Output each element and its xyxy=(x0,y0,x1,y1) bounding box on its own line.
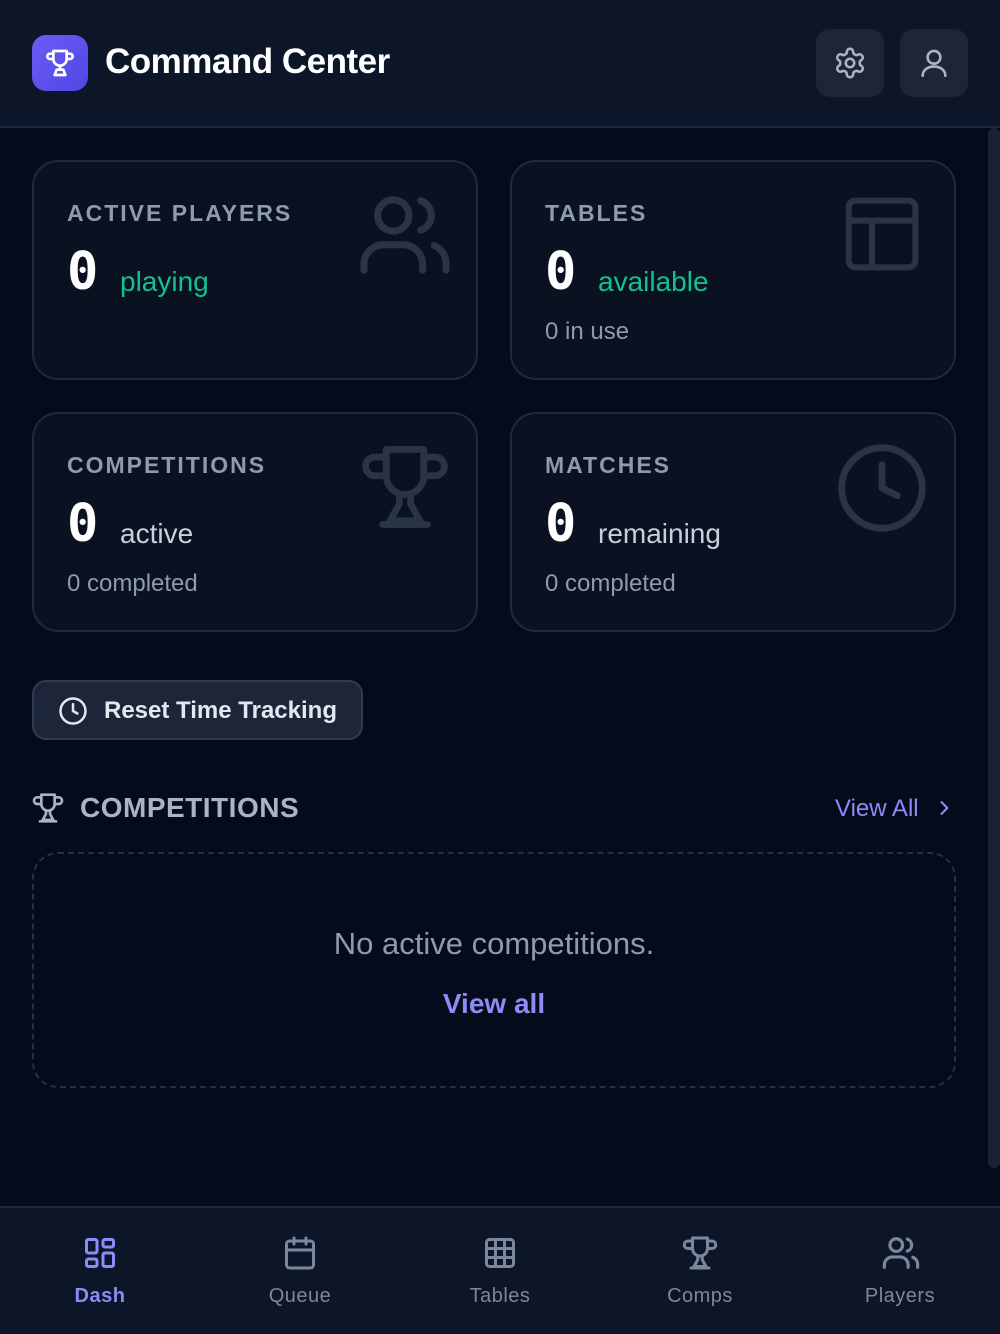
chevron-right-icon[interactable] xyxy=(934,797,954,819)
bottom-nav: Dash Queue Tables Comps Players xyxy=(0,1206,1000,1334)
clock-icon xyxy=(59,697,87,725)
card-suffix: remaining xyxy=(598,518,721,549)
card-subtext: 0 completed xyxy=(67,570,198,597)
app-title: Command Center xyxy=(105,42,390,81)
profile-button[interactable] xyxy=(900,29,968,97)
layout-icon xyxy=(845,197,919,271)
card-label: TABLES xyxy=(545,200,648,226)
nav-label: Dash xyxy=(74,1285,126,1307)
trophy-icon xyxy=(32,793,64,823)
trophy-icon xyxy=(682,1236,718,1270)
calendar-icon xyxy=(285,1236,315,1270)
main-scrollbar[interactable] xyxy=(988,128,1000,1168)
nav-item-comps[interactable]: Comps xyxy=(600,1208,800,1334)
card-label: COMPETITIONS xyxy=(67,452,267,478)
user-icon xyxy=(921,49,947,78)
card-value: 0 xyxy=(545,242,577,302)
view-all-link[interactable]: View all xyxy=(34,988,954,1020)
nav-label: Tables xyxy=(469,1285,531,1307)
card-value: 0 xyxy=(67,494,99,554)
card-suffix: playing xyxy=(120,266,209,297)
card-value: 0 xyxy=(545,494,577,554)
competitions-card[interactable]: COMPETITIONS 0 active 0 completed xyxy=(32,412,478,632)
nav-label: Comps xyxy=(667,1285,733,1307)
card-suffix: active xyxy=(120,518,194,549)
scrollbar-thumb[interactable] xyxy=(988,128,1000,1168)
top-header: Command Center xyxy=(0,0,1000,128)
card-value: 0 xyxy=(67,242,99,302)
empty-state-message: No active competitions. xyxy=(333,926,655,961)
users-icon xyxy=(360,196,450,274)
trophy-icon xyxy=(46,49,74,77)
reset-time-tracking-button[interactable]: Reset Time Tracking xyxy=(32,680,363,740)
card-label: ACTIVE PLAYERS xyxy=(67,200,293,226)
view-all-competitions-link[interactable]: View All xyxy=(835,795,919,823)
competitions-empty-state: No active competitions. View all xyxy=(32,852,956,1088)
app-root: Command Center ACTIVE PLAYERS 0 playing xyxy=(0,0,1000,1334)
matches-card[interactable]: MATCHES 0 remaining 0 completed xyxy=(510,412,956,632)
users-icon xyxy=(882,1237,920,1269)
gear-icon xyxy=(835,47,865,79)
card-subtext: 0 in use xyxy=(545,318,630,345)
tables-card[interactable]: TABLES 0 available 0 in use xyxy=(510,160,956,380)
nav-item-queue[interactable]: Queue xyxy=(200,1208,400,1334)
competitions-section-title: COMPETITIONS xyxy=(80,792,300,823)
settings-button[interactable] xyxy=(816,29,884,97)
grid-icon xyxy=(485,1238,515,1268)
card-suffix: available xyxy=(598,266,709,297)
clock-icon xyxy=(838,444,926,532)
trophy-icon xyxy=(362,446,448,528)
nav-label: Queue xyxy=(268,1285,332,1307)
card-subtext: 0 completed xyxy=(545,570,676,597)
nav-item-dash[interactable]: Dash xyxy=(0,1208,200,1334)
reset-button-label: Reset Time Tracking xyxy=(104,697,337,724)
dashboard-icon xyxy=(85,1238,115,1268)
active-players-card[interactable]: ACTIVE PLAYERS 0 playing xyxy=(32,160,478,380)
nav-item-tables[interactable]: Tables xyxy=(400,1208,600,1334)
card-label: MATCHES xyxy=(545,452,672,478)
nav-label: Players xyxy=(864,1285,936,1307)
app-logo xyxy=(32,35,88,91)
nav-item-players[interactable]: Players xyxy=(800,1208,1000,1334)
